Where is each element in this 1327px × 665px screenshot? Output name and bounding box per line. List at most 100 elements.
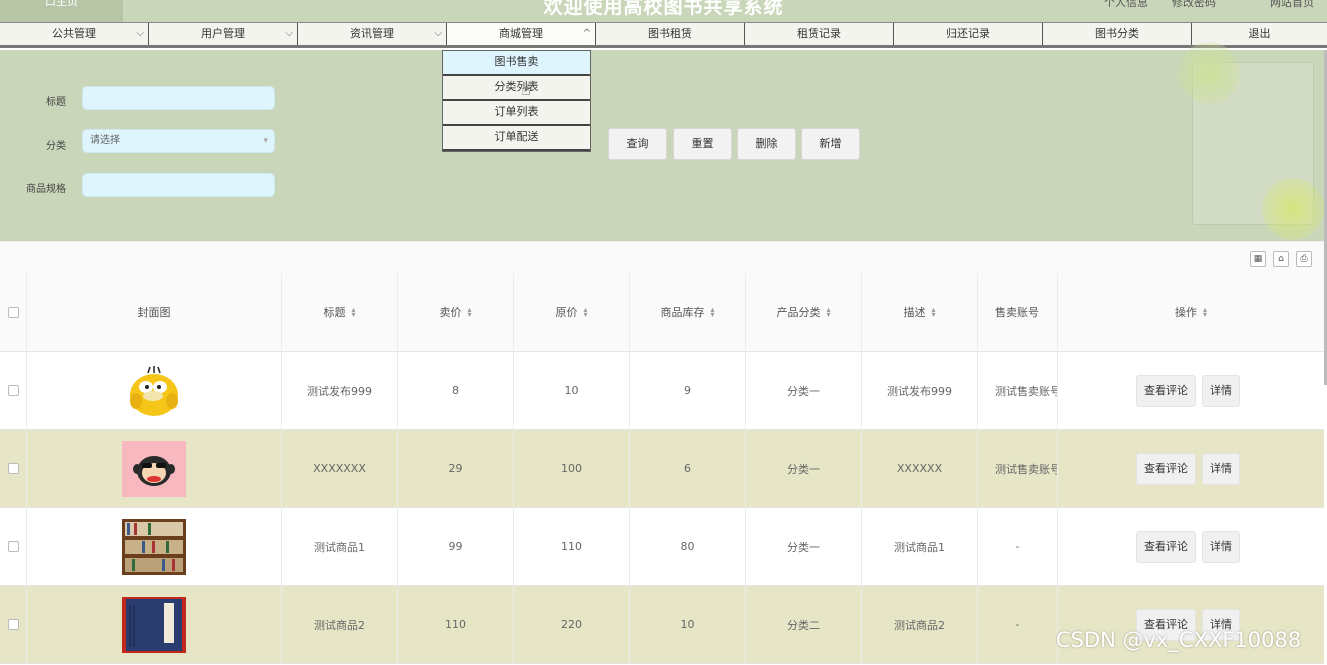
sort-icon: ▴ ▾ [351,305,356,319]
category-select[interactable]: 请选择 ▾ [82,129,275,153]
cell-actions: 查看评论 详情 [1058,352,1324,429]
sort-icon: ▴ ▾ [710,305,715,319]
cell-orig-price: 110 [514,508,630,585]
change-password-link[interactable]: 修改密码 [1172,0,1216,10]
cell-title: XXXXXXX [282,430,398,507]
nav-return-records[interactable]: 归还记录 [894,23,1043,45]
title-input[interactable] [82,86,275,110]
select-all-checkbox[interactable] [7,306,19,318]
cell-orig-price: 220 [514,586,630,663]
cell-account: - [978,508,1058,585]
nav-label: 退出 [1248,27,1271,40]
nav-book-category[interactable]: 图书分类 [1043,23,1192,45]
nav-label: 图书分类 [1095,27,1139,40]
columns-icon[interactable]: ▦ [1250,251,1266,267]
cell-stock: 6 [630,430,746,507]
cover-image [27,508,282,585]
table-row: 测试商品2 110 220 10 分类二 测试商品2 - 查看评论 详情 [0,586,1324,664]
category-label: 分类 [46,141,66,152]
table-row: XXXXXXX 29 100 6 分类一 XXXXXX 测试售卖账号 查看评论 … [0,430,1324,508]
column-header[interactable]: 描述 ▴ ▾ [862,273,978,351]
details-button[interactable]: 详情 [1202,530,1240,563]
nav-users[interactable]: 用户管理 ⌵ [149,23,298,45]
add-button[interactable]: 新增 [801,128,860,160]
shop-dropdown-menu: 图书售卖 分类列表 订单列表 订单配送 [442,50,591,152]
column-header[interactable]: 操作 ▴ ▾ [1058,273,1324,351]
print-icon[interactable]: ⎙ [1296,251,1312,267]
nav-label: 归还记录 [946,27,990,40]
column-header[interactable]: 产品分类 ▴ ▾ [746,273,862,351]
view-comments-button[interactable]: 查看评论 [1136,452,1196,485]
view-comments-button[interactable]: 查看评论 [1136,374,1196,407]
cell-desc: 测试商品2 [862,586,978,663]
nav-label: 公共管理 [52,27,96,40]
cell-orig-price: 100 [514,430,630,507]
top-header: 口主页 欢迎使用高校图书共享系统 个人信息 修改密码 网站首页 [0,0,1327,22]
sort-icon: ▴ ▾ [467,305,472,319]
nav-public[interactable]: 公共管理 ⌵ [0,23,149,45]
cell-price: 8 [398,352,514,429]
export-icon[interactable]: ⌂ [1273,251,1289,267]
details-button[interactable]: 详情 [1202,452,1240,485]
row-checkbox[interactable] [7,385,19,396]
cell-desc: 测试商品1 [862,508,978,585]
cell-category: 分类一 [746,352,862,429]
hand-cursor-icon: ☝ [521,80,531,99]
menu-item-book-sale[interactable]: 图书售卖 [443,51,590,76]
cell-price: 110 [398,586,514,663]
cell-desc: 测试发布999 [862,352,978,429]
cell-actions: 查看评论 详情 [1058,508,1324,585]
chevron-down-icon: ⌵ [285,28,293,39]
row-checkbox[interactable] [7,541,19,552]
cell-title: 测试发布999 [282,352,398,429]
spec-label: 商品规格 [26,184,66,195]
cell-category: 分类二 [746,586,862,663]
site-home-link[interactable]: 网站首页 [1270,0,1314,10]
nav-shop[interactable]: 商城管理 ^ [447,23,596,45]
cell-account: - [978,586,1058,663]
cell-stock: 10 [630,586,746,663]
main-nav: 公共管理 ⌵ 用户管理 ⌵ 资讯管理 ⌵ 商城管理 ^ 图书租赁 租赁记录 归还记录 图… [0,22,1327,48]
menu-item-order-list[interactable]: 订单列表 [443,101,590,126]
cell-stock: 9 [630,352,746,429]
monkey-image [122,440,186,497]
column-header[interactable]: 标题 ▴ ▾ [282,273,398,351]
column-header: 封面图 [27,273,282,351]
nav-news[interactable]: 资讯管理 ⌵ [298,23,447,45]
column-header[interactable]: 卖价 ▴ ▾ [398,273,514,351]
delete-button[interactable]: 删除 [737,128,796,160]
query-button[interactable]: 查询 [608,128,667,160]
details-button[interactable]: 详情 [1202,374,1240,407]
cell-orig-price: 10 [514,352,630,429]
chevron-up-icon: ^ [582,28,591,39]
watermark-text: CSDN @vx_CXXF10088 [1056,628,1302,652]
menu-item-category-list[interactable]: 分类列表 [443,76,590,101]
menu-item-order-delivery[interactable]: 订单配送 [443,126,590,151]
row-checkbox[interactable] [7,619,19,630]
cell-price: 29 [398,430,514,507]
cover-image [27,430,282,507]
sort-icon: ▴ ▾ [931,305,936,319]
cover-image [27,586,282,663]
column-header: 售卖账号 [978,273,1058,351]
column-header[interactable]: 原价 ▴ ▾ [514,273,630,351]
nav-label: 资讯管理 [350,27,394,40]
cell-category: 分类一 [746,508,862,585]
title-label: 标题 [46,97,66,108]
table-toolbar: ▦ ⌂ ⎙ [0,241,1327,273]
duck-image [130,365,178,416]
cell-actions: 查看评论 详情 [1058,430,1324,507]
spec-input[interactable] [82,173,275,197]
table-row: 测试商品1 99 110 80 分类一 测试商品1 - 查看评论 详情 [0,508,1324,586]
cell-account: 测试售卖账号 [978,430,1058,507]
table-header-row: 封面图 标题 ▴ ▾ 卖价 ▴ ▾ 原价 ▴ ▾ 商品库存 ▴ ▾ 产品分类 ▴ ▾ 描述 ▴ ▾ 售卖… [0,273,1324,352]
column-header[interactable]: 商品库存 ▴ ▾ [630,273,746,351]
profile-link[interactable]: 个人信息 [1104,0,1148,10]
nav-book-rent[interactable]: 图书租赁 [596,23,745,45]
row-checkbox[interactable] [7,463,19,474]
nav-rent-records[interactable]: 租赁记录 [745,23,894,45]
view-comments-button[interactable]: 查看评论 [1136,530,1196,563]
reset-button[interactable]: 重置 [673,128,732,160]
cell-desc: XXXXXX [862,430,978,507]
nav-label: 商城管理 [499,27,543,40]
